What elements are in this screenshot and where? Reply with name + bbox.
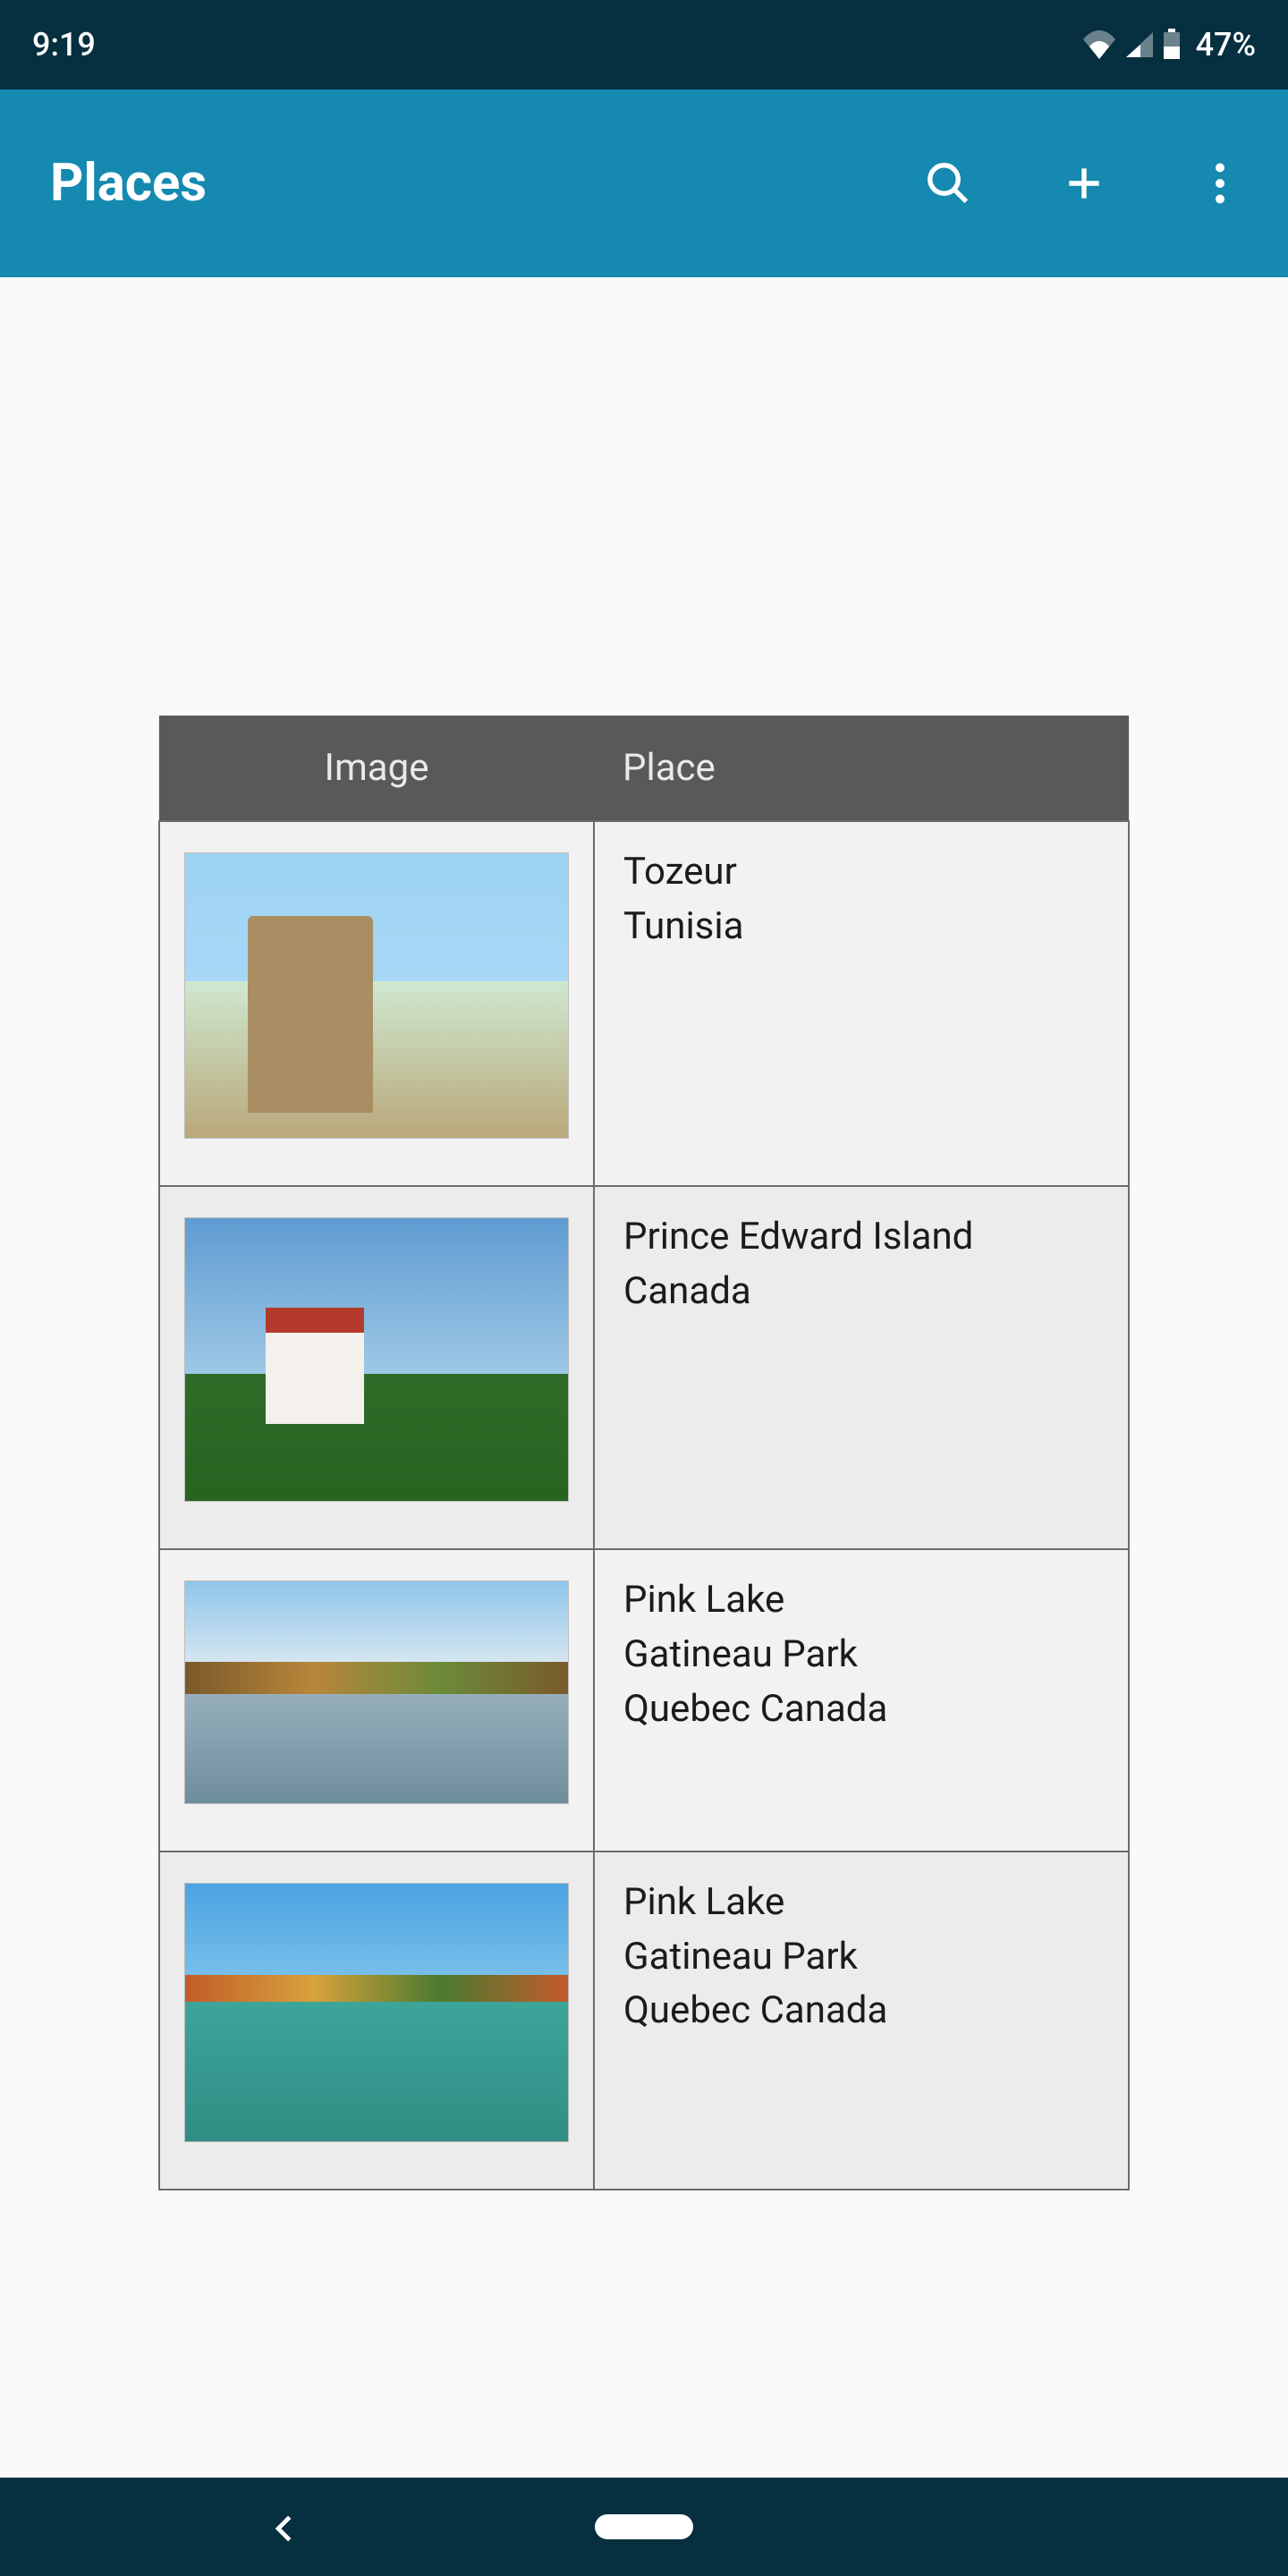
plus-icon: [1062, 161, 1106, 206]
image-cell: [159, 1186, 594, 1549]
places-table: Image Place TozeurTunisiaPrince Edward I…: [158, 716, 1130, 2190]
place-thumbnail: [184, 1883, 569, 2142]
navigation-bar: [0, 2478, 1288, 2576]
table-row[interactable]: Prince Edward IslandCanada: [159, 1186, 1129, 1549]
add-button[interactable]: [1059, 158, 1109, 208]
content-area: Image Place TozeurTunisiaPrince Edward I…: [0, 277, 1288, 2478]
search-button[interactable]: [923, 158, 973, 208]
image-cell: [159, 1852, 594, 2190]
place-line: Gatineau Park: [623, 1930, 1099, 1985]
place-line: Gatineau Park: [623, 1628, 1099, 1682]
place-cell: Prince Edward IslandCanada: [594, 1186, 1129, 1549]
place-line: Prince Edward Island: [623, 1210, 1099, 1265]
wifi-icon: [1081, 30, 1117, 59]
place-cell: Pink LakeGatineau ParkQuebec Canada: [594, 1852, 1129, 2190]
place-line: Canada: [623, 1265, 1099, 1319]
signal-icon: [1124, 30, 1155, 59]
table-row[interactable]: TozeurTunisia: [159, 821, 1129, 1186]
back-button[interactable]: [268, 2512, 302, 2546]
table-row[interactable]: Pink LakeGatineau ParkQuebec Canada: [159, 1852, 1129, 2190]
status-time: 9:19: [32, 26, 1081, 64]
table-header-place: Place: [594, 716, 1129, 821]
place-line: Pink Lake: [623, 1876, 1099, 1930]
table-header-image: Image: [159, 716, 594, 821]
page-title: Places: [50, 153, 923, 214]
chevron-left-icon: [268, 2512, 302, 2546]
status-bar: 9:19 47%: [0, 0, 1288, 89]
image-cell: [159, 821, 594, 1186]
home-indicator[interactable]: [595, 2514, 693, 2539]
place-cell: Pink LakeGatineau ParkQuebec Canada: [594, 1549, 1129, 1852]
status-icons: 47%: [1081, 26, 1256, 64]
place-line: Quebec Canada: [623, 1984, 1099, 2038]
search-icon: [924, 159, 972, 208]
more-vertical-icon: [1214, 161, 1226, 206]
place-thumbnail: [184, 852, 569, 1139]
place-thumbnail: [184, 1580, 569, 1804]
place-line: Quebec Canada: [623, 1682, 1099, 1737]
image-cell: [159, 1549, 594, 1852]
place-thumbnail: [184, 1217, 569, 1502]
place-cell: TozeurTunisia: [594, 821, 1129, 1186]
place-line: Tozeur: [623, 845, 1099, 900]
app-bar: Places: [0, 89, 1288, 277]
place-line: Tunisia: [623, 900, 1099, 954]
battery-icon: [1162, 29, 1182, 61]
table-header-row: Image Place: [159, 716, 1129, 821]
table-row[interactable]: Pink LakeGatineau ParkQuebec Canada: [159, 1549, 1129, 1852]
overflow-menu-button[interactable]: [1195, 158, 1245, 208]
place-line: Pink Lake: [623, 1573, 1099, 1628]
battery-text: 47%: [1196, 26, 1256, 64]
